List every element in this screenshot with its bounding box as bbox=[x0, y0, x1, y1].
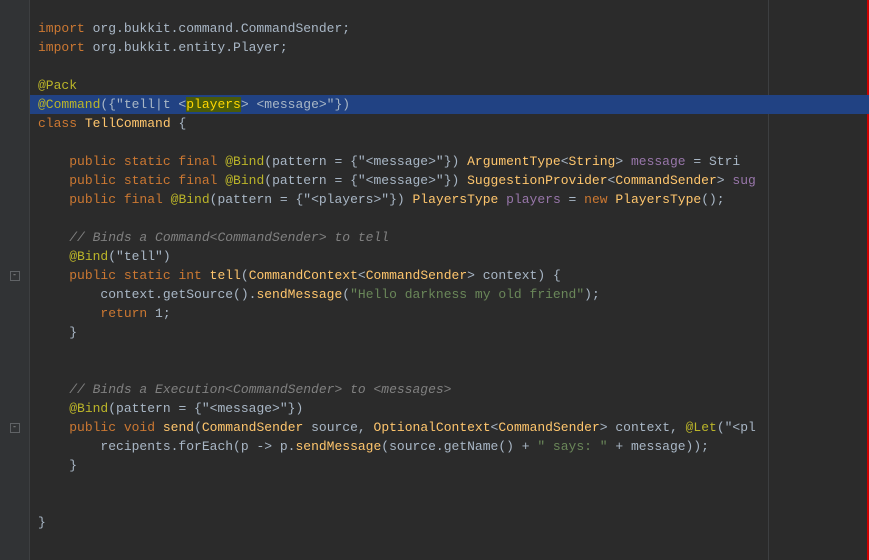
code-line-23: recipents.forEach(p -> p.sendMessage(sou… bbox=[30, 437, 869, 456]
code-line-26 bbox=[30, 494, 869, 513]
code-line-20: // Binds a Execution<CommandSender> to <… bbox=[30, 380, 869, 399]
gutter-line-8 bbox=[0, 152, 29, 171]
gutter-line-12 bbox=[0, 228, 29, 247]
code-line-12: // Binds a Command<CommandSender> to tel… bbox=[30, 228, 869, 247]
gutter-line-0 bbox=[0, 0, 29, 19]
gutter-line-1 bbox=[0, 19, 29, 38]
code-line-10: public final @Bind(pattern = {"<players>… bbox=[30, 190, 869, 209]
code-line-0 bbox=[30, 0, 869, 19]
code-area[interactable]: import org.bukkit.command.CommandSender;… bbox=[30, 0, 869, 560]
code-line-19 bbox=[30, 361, 869, 380]
code-line-24: } bbox=[30, 456, 869, 475]
code-line-13: @Bind("tell") bbox=[30, 247, 869, 266]
gutter-line-16 bbox=[0, 304, 29, 323]
gutter-line-7 bbox=[0, 133, 29, 152]
code-line-25 bbox=[30, 475, 869, 494]
code-line-6: class TellCommand { bbox=[30, 114, 869, 133]
code-line-9: public static final @Bind(pattern = {"<m… bbox=[30, 171, 869, 190]
gutter-line-25 bbox=[0, 475, 29, 494]
code-line-8: public static final @Bind(pattern = {"<m… bbox=[30, 152, 869, 171]
gutter-line-15 bbox=[0, 285, 29, 304]
code-line-17: } bbox=[30, 323, 869, 342]
fold-icon[interactable]: - bbox=[10, 271, 20, 281]
gutter-line-6 bbox=[0, 114, 29, 133]
gutter-line-19 bbox=[0, 361, 29, 380]
gutter-line-26 bbox=[0, 494, 29, 513]
code-line-4: @Pack bbox=[30, 76, 869, 95]
gutter-line-4 bbox=[0, 76, 29, 95]
code-line-22: public void send(CommandSender source, O… bbox=[30, 418, 869, 437]
gutter-line-23 bbox=[0, 437, 29, 456]
code-line-18 bbox=[30, 342, 869, 361]
gutter-line-11 bbox=[0, 209, 29, 228]
gutter-line-17 bbox=[0, 323, 29, 342]
line-gutter: -- bbox=[0, 0, 30, 560]
code-line-2: import org.bukkit.entity.Player; bbox=[30, 38, 869, 57]
gutter-line-22: - bbox=[0, 418, 29, 437]
gutter-line-10 bbox=[0, 190, 29, 209]
gutter-line-2 bbox=[0, 38, 29, 57]
gutter-line-3 bbox=[0, 57, 29, 76]
code-line-5: @Command({"tell|t <players> <message>"}) bbox=[30, 95, 869, 114]
code-line-27: } bbox=[30, 513, 869, 532]
code-editor: -- import org.bukkit.command.CommandSend… bbox=[0, 0, 869, 560]
gutter-line-18 bbox=[0, 342, 29, 361]
code-line-15: context.getSource().sendMessage("Hello d… bbox=[30, 285, 869, 304]
gutter-line-24 bbox=[0, 456, 29, 475]
code-line-7 bbox=[30, 133, 869, 152]
gutter-line-20 bbox=[0, 380, 29, 399]
code-line-1: import org.bukkit.command.CommandSender; bbox=[30, 19, 869, 38]
gutter-line-14: - bbox=[0, 266, 29, 285]
gutter-line-5 bbox=[0, 95, 29, 114]
fold-icon[interactable]: - bbox=[10, 423, 20, 433]
code-line-21: @Bind(pattern = {"<message>"}) bbox=[30, 399, 869, 418]
code-line-14: public static int tell(CommandContext<Co… bbox=[30, 266, 869, 285]
gutter-line-21 bbox=[0, 399, 29, 418]
gutter-line-13 bbox=[0, 247, 29, 266]
code-line-3 bbox=[30, 57, 869, 76]
gutter-line-9 bbox=[0, 171, 29, 190]
code-line-11 bbox=[30, 209, 869, 228]
gutter-line-27 bbox=[0, 513, 29, 532]
code-line-16: return 1; bbox=[30, 304, 869, 323]
